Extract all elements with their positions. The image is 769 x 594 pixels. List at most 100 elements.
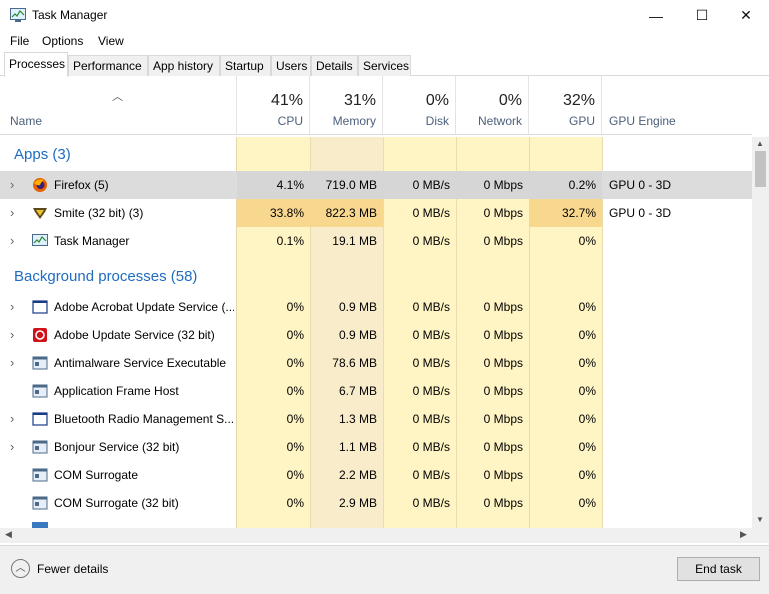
header-gpu-engine[interactable]: GPU Engine: [602, 76, 752, 134]
disk-total: 0%: [425, 92, 449, 109]
expand-chevron-icon[interactable]: ›: [10, 299, 14, 314]
disk-value: 0 MB/s: [412, 300, 450, 314]
sort-up-icon: ︿: [112, 91, 123, 103]
network-value: 0 Mbps: [483, 496, 523, 510]
menu-file[interactable]: File: [10, 34, 29, 48]
tab-app-history[interactable]: App history: [148, 55, 220, 76]
expand-chevron-icon[interactable]: ›: [10, 355, 14, 370]
process-row-antimalware[interactable]: › Antimalware Service Executable 0% 78.6…: [0, 349, 752, 377]
process-name: Smite (32 bit) (3): [54, 206, 144, 220]
end-task-button[interactable]: End task: [677, 557, 760, 581]
expand-chevron-icon[interactable]: ›: [10, 233, 14, 248]
header-disk-label: Disk: [425, 114, 449, 128]
fewer-details-link[interactable]: Fewer details: [37, 562, 108, 576]
tab-users[interactable]: Users: [271, 55, 311, 76]
expand-chevron-icon[interactable]: ›: [10, 327, 14, 342]
expand-chevron-icon[interactable]: ›: [10, 411, 14, 426]
close-button[interactable]: ✕: [723, 0, 769, 31]
process-row-com-surrogate-32[interactable]: COM Surrogate (32 bit) 0% 2.9 MB 0 MB/s …: [0, 489, 752, 517]
tab-performance[interactable]: Performance: [68, 55, 148, 76]
header-memory[interactable]: 31% Memory: [310, 76, 383, 134]
process-name: Bonjour Service (32 bit): [54, 440, 180, 454]
window-icon: [32, 300, 48, 314]
disk-value: 0 MB/s: [412, 496, 450, 510]
tab-processes[interactable]: Processes: [4, 52, 68, 77]
expand-chevron-icon[interactable]: ›: [10, 205, 14, 220]
process-row-bluetooth-radio[interactable]: › Bluetooth Radio Management S... 0% 1.3…: [0, 405, 752, 433]
maximize-button[interactable]: ☐: [679, 0, 725, 31]
title-bar: Task Manager — ☐ ✕: [0, 0, 769, 31]
process-name: Bluetooth Radio Management S...: [54, 412, 234, 426]
memory-value: 822.3 MB: [310, 199, 383, 227]
cpu-value: 0%: [286, 328, 304, 342]
disk-value: 0 MB/s: [412, 234, 450, 248]
cpu-value: 0%: [286, 496, 304, 510]
header-name[interactable]: ︿ Name: [0, 76, 237, 134]
cpu-value: 33.8%: [237, 199, 310, 227]
scroll-up-arrow-icon[interactable]: ▲: [756, 139, 764, 148]
process-row-adobe-update[interactable]: › Adobe Update Service (32 bit) 0% 0.9 M…: [0, 321, 752, 349]
process-name: Antimalware Service Executable: [54, 356, 227, 370]
memory-value: 1.1 MB: [338, 440, 377, 454]
tab-services[interactable]: Services: [358, 55, 411, 76]
tab-details[interactable]: Details: [311, 55, 358, 76]
network-value: 0 Mbps: [483, 206, 523, 220]
menu-bar: File Options View: [0, 31, 769, 51]
cpu-total: 41%: [270, 92, 303, 109]
service-icon: [32, 356, 48, 370]
scroll-left-arrow-icon[interactable]: ◀: [5, 529, 12, 540]
scroll-down-arrow-icon[interactable]: ▼: [756, 515, 764, 524]
process-row-bonjour[interactable]: › Bonjour Service (32 bit) 0% 1.1 MB 0 M…: [0, 433, 752, 461]
process-row-smite[interactable]: › Smite (32 bit) (3) 33.8% 822.3 MB 0 MB…: [0, 199, 752, 227]
cpu-value: 0%: [286, 440, 304, 454]
memory-value: 1.3 MB: [338, 412, 377, 426]
header-gpu[interactable]: 32% GPU: [529, 76, 602, 134]
cpu-value: 0%: [286, 384, 304, 398]
cpu-value: 0%: [286, 356, 304, 370]
expand-chevron-icon[interactable]: ›: [10, 439, 14, 454]
header-cpu[interactable]: 41% CPU: [237, 76, 310, 134]
process-name: Application Frame Host: [54, 384, 179, 398]
cpu-value: 4.1%: [237, 171, 310, 199]
process-row-application-frame-host[interactable]: Application Frame Host 0% 6.7 MB 0 MB/s …: [0, 377, 752, 405]
tab-startup[interactable]: Startup: [220, 55, 271, 76]
header-disk[interactable]: 0% Disk: [383, 76, 456, 134]
adobe-icon: [33, 328, 47, 342]
process-name: Adobe Acrobat Update Service (...: [54, 300, 234, 314]
service-icon: [32, 384, 48, 398]
header-network[interactable]: 0% Network: [456, 76, 529, 134]
tab-bar: Processes Performance App history Startu…: [0, 52, 769, 77]
expand-chevron-icon[interactable]: ›: [10, 177, 14, 192]
footer-bar: ︿ Fewer details End task: [0, 545, 769, 594]
menu-options[interactable]: Options: [42, 34, 83, 48]
process-row-com-surrogate[interactable]: COM Surrogate 0% 2.2 MB 0 MB/s 0 Mbps 0%: [0, 461, 752, 489]
cpu-value: 0%: [286, 412, 304, 426]
group-apps: Apps (3): [14, 146, 71, 163]
window-title: Task Manager: [32, 8, 108, 22]
chevron-up-circle-icon[interactable]: ︿: [11, 559, 30, 578]
vertical-scroll-thumb[interactable]: [755, 151, 766, 187]
memory-value: 78.6 MB: [332, 356, 377, 370]
menu-view[interactable]: View: [98, 34, 124, 48]
process-row-task-manager[interactable]: › Task Manager 0.1% 19.1 MB 0 MB/s 0 Mbp…: [0, 227, 752, 255]
network-value: 0 Mbps: [483, 440, 523, 454]
network-value: 0 Mbps: [483, 468, 523, 482]
horizontal-scrollbar[interactable]: ◀ ▶: [0, 528, 769, 543]
process-row-adobe-acrobat-update[interactable]: › Adobe Acrobat Update Service (... 0% 0…: [0, 293, 752, 321]
memory-value: 19.1 MB: [332, 234, 377, 248]
disk-value: 0 MB/s: [412, 328, 450, 342]
vertical-scrollbar[interactable]: ▲ ▼: [752, 137, 769, 528]
gpu-value: 0%: [578, 412, 596, 426]
cpu-value: 0%: [286, 468, 304, 482]
memory-value: 0.9 MB: [338, 328, 377, 342]
minimize-button[interactable]: —: [633, 0, 679, 31]
gpu-value: 0%: [578, 496, 596, 510]
header-cpu-label: CPU: [277, 114, 303, 128]
network-value: 0 Mbps: [483, 384, 523, 398]
header-memory-label: Memory: [332, 114, 376, 128]
process-row-firefox[interactable]: › Firefox (5) 4.1% 719.0 MB 0 MB/s 0 Mbp…: [0, 171, 752, 199]
network-value: 0 Mbps: [483, 328, 523, 342]
disk-value: 0 MB/s: [412, 356, 450, 370]
smite-icon: [33, 208, 47, 219]
scroll-right-arrow-icon[interactable]: ▶: [740, 529, 747, 540]
